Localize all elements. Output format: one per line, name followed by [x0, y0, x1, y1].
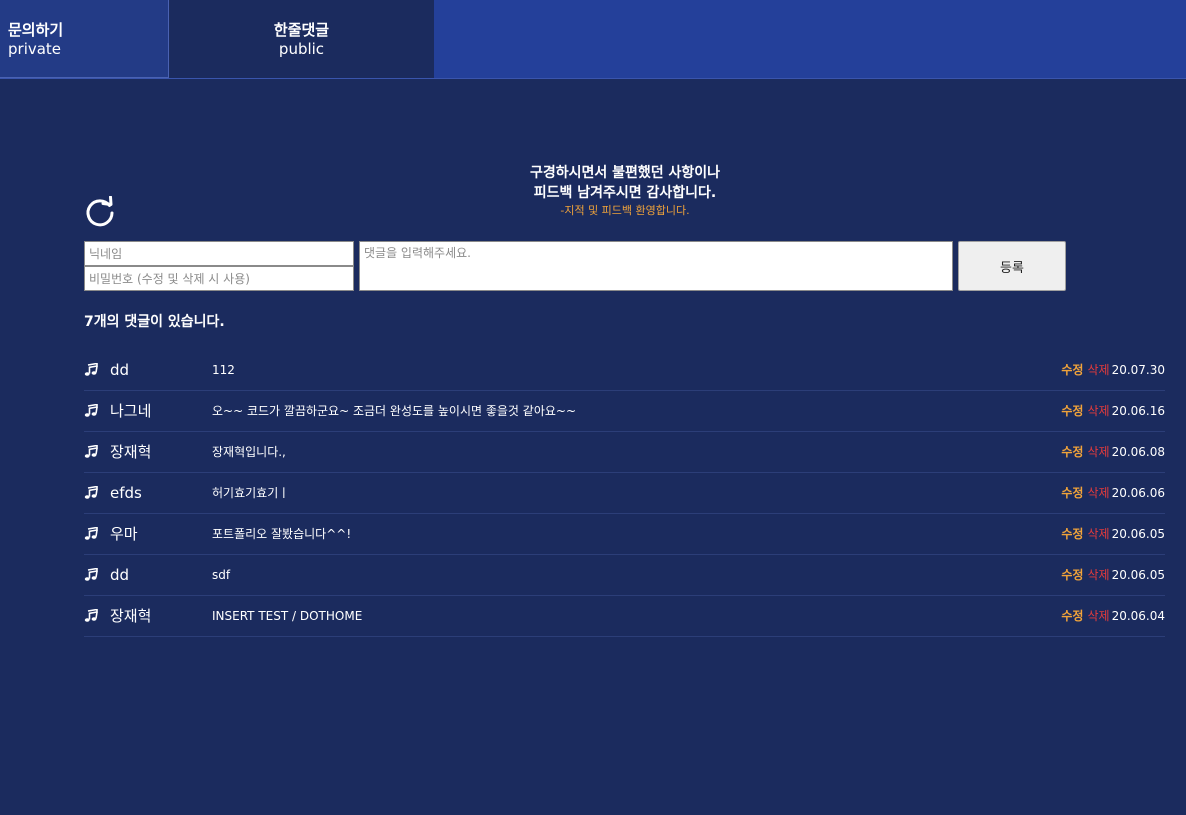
comment-date: 20.07.30	[1111, 363, 1165, 377]
intro-line-2: 피드백 남겨주시면 감사합니다.	[533, 185, 717, 201]
comment-date: 20.06.06	[1111, 486, 1165, 500]
comment-date: 20.06.05	[1111, 527, 1165, 541]
edit-link[interactable]: 수정	[1061, 404, 1083, 418]
comment-author: dd	[110, 361, 130, 379]
comment-body: 허기효기효기ㅣ	[212, 486, 290, 500]
edit-link[interactable]: 수정	[1061, 609, 1083, 623]
comment-date: 20.06.05	[1111, 568, 1165, 582]
delete-link[interactable]: 삭제	[1087, 445, 1109, 459]
comment-list: dd 112 수정 삭제 20.07.30 나그네 오~~ 코드가 깔끔하군요~ 조…	[84, 350, 1165, 637]
comment-actions: 수정 삭제 20.07.30	[1061, 361, 1165, 379]
comment-date: 20.06.16	[1111, 404, 1165, 418]
music-note-icon	[84, 444, 98, 458]
music-note-icon	[84, 608, 98, 622]
intro-text: 구경하시면서 불편했던 사항이나 피드백 남겨주시면 감사합니다. -지적 및 …	[0, 163, 1186, 219]
edit-link[interactable]: 수정	[1061, 486, 1083, 500]
tab-bar: 문의하기 private 한줄댓글 public	[0, 0, 1186, 79]
comment-row: 우마 포트폴리오 잘봤습니다^^! 수정 삭제 20.06.05	[84, 514, 1165, 555]
comment-actions: 수정 삭제 20.06.04	[1061, 607, 1165, 625]
tab-public-title: 한줄댓글	[273, 21, 330, 39]
comment-body: 오~~ 코드가 깔끔하군요~ 조금더 완성도를 높이시면 좋을것 같아요~~	[212, 404, 577, 418]
comment-body: INSERT TEST / DOTHOME	[212, 609, 363, 623]
comment-body: 장재혁입니다.,	[212, 445, 286, 459]
edit-link[interactable]: 수정	[1061, 568, 1083, 582]
delete-link[interactable]: 삭제	[1087, 568, 1109, 582]
music-note-icon	[84, 485, 98, 499]
tab-private[interactable]: 문의하기 private	[0, 0, 169, 78]
comment-actions: 수정 삭제 20.06.08	[1061, 443, 1165, 461]
intro-line-3: -지적 및 피드백 환영합니다.	[560, 204, 690, 217]
comment-actions: 수정 삭제 20.06.06	[1061, 484, 1165, 502]
comment-author: efds	[110, 484, 142, 502]
comment-author: 나그네	[110, 402, 152, 420]
comment-date: 20.06.04	[1111, 609, 1165, 623]
intro-line-1: 구경하시면서 불편했던 사항이나	[529, 165, 721, 181]
delete-link[interactable]: 삭제	[1087, 404, 1109, 418]
tab-private-title: 문의하기	[8, 21, 64, 39]
delete-link[interactable]: 삭제	[1087, 527, 1109, 541]
comment-row: 장재혁 INSERT TEST / DOTHOME 수정 삭제 20.06.04	[84, 596, 1165, 637]
comment-row: dd sdf 수정 삭제 20.06.05	[84, 555, 1165, 596]
tab-public-subtitle: public	[278, 40, 325, 58]
edit-link[interactable]: 수정	[1061, 527, 1083, 541]
comment-body: sdf	[212, 568, 231, 582]
comment-body: 포트폴리오 잘봤습니다^^!	[212, 527, 352, 541]
comment-row: 나그네 오~~ 코드가 깔끔하군요~ 조금더 완성도를 높이시면 좋을것 같아요…	[84, 391, 1165, 432]
edit-link[interactable]: 수정	[1061, 445, 1083, 459]
music-note-icon	[84, 403, 98, 417]
tab-private-subtitle: private	[8, 40, 62, 58]
delete-link[interactable]: 삭제	[1087, 363, 1109, 377]
comment-date: 20.06.08	[1111, 445, 1165, 459]
comment-input[interactable]	[359, 241, 953, 291]
tab-public[interactable]: 한줄댓글 public	[169, 0, 434, 78]
comment-author: dd	[110, 566, 130, 584]
comment-count: 7개의 댓글이 있습니다.	[84, 314, 225, 330]
music-note-icon	[84, 526, 98, 540]
edit-link[interactable]: 수정	[1061, 363, 1083, 377]
comment-row: efds 허기효기효기ㅣ 수정 삭제 20.06.06	[84, 473, 1165, 514]
delete-link[interactable]: 삭제	[1087, 486, 1109, 500]
comment-body: 112	[212, 363, 235, 377]
password-input[interactable]	[84, 266, 354, 291]
submit-button[interactable]: 등록	[958, 241, 1066, 291]
comment-row: dd 112 수정 삭제 20.07.30	[84, 350, 1165, 391]
comment-author: 장재혁	[110, 443, 152, 461]
comment-actions: 수정 삭제 20.06.05	[1061, 566, 1165, 584]
music-note-icon	[84, 362, 98, 376]
nickname-input[interactable]	[84, 241, 354, 266]
comment-actions: 수정 삭제 20.06.05	[1061, 525, 1165, 543]
comment-row: 장재혁 장재혁입니다., 수정 삭제 20.06.08	[84, 432, 1165, 473]
delete-link[interactable]: 삭제	[1087, 609, 1109, 623]
comment-author: 장재혁	[110, 607, 152, 625]
music-note-icon	[84, 567, 98, 581]
comment-actions: 수정 삭제 20.06.16	[1061, 402, 1165, 420]
comment-author: 우마	[110, 525, 138, 543]
refresh-icon[interactable]	[83, 195, 117, 230]
